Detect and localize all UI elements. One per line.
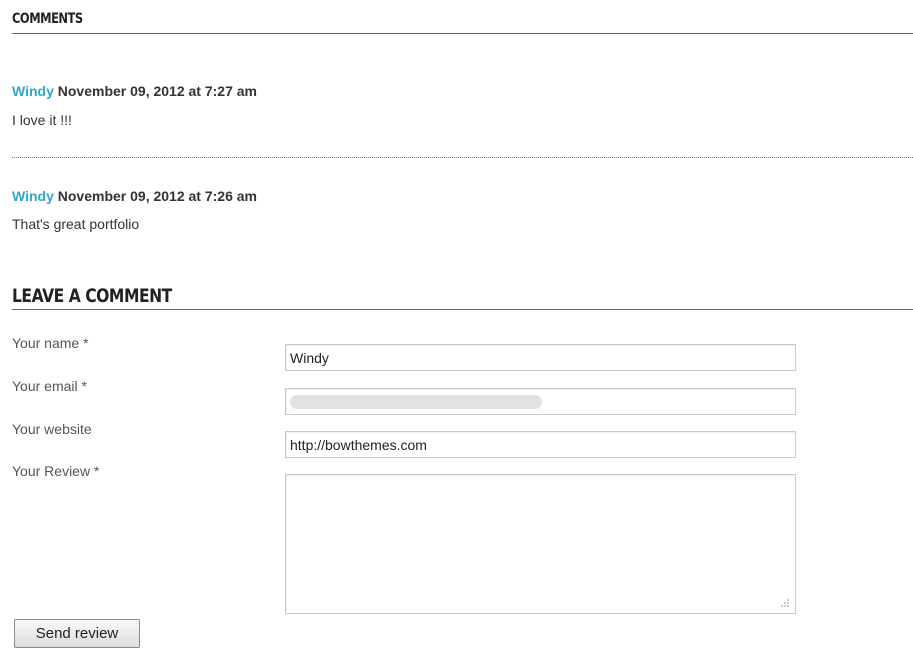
send-review-button[interactable]: Send review xyxy=(14,619,140,648)
comment-date: November 09, 2012 at 7:27 am xyxy=(57,83,257,99)
comments-heading-divider xyxy=(12,33,913,34)
comment-text: That's great portfolio xyxy=(12,216,140,232)
comment-meta: Windy November 09, 2012 at 7:26 am xyxy=(12,187,257,205)
comments-page: COMMENTS Windy November 09, 2012 at 7:27… xyxy=(0,0,913,655)
website-input[interactable] xyxy=(285,431,796,458)
comment-author-link[interactable]: Windy xyxy=(12,188,54,204)
email-input[interactable] xyxy=(285,388,796,415)
leave-comment-heading: LEAVE A COMMENT xyxy=(12,285,172,307)
comment-text: I love it !!! xyxy=(12,112,72,128)
comments-heading: COMMENTS xyxy=(12,11,83,27)
comment-author-link[interactable]: Windy xyxy=(12,83,54,99)
review-label: Your Review * xyxy=(12,463,100,479)
comment-divider xyxy=(12,157,913,158)
name-input[interactable] xyxy=(285,344,796,371)
email-label: Your email * xyxy=(12,378,87,394)
name-label: Your name * xyxy=(12,335,89,351)
leave-comment-divider xyxy=(12,309,913,310)
comment-meta: Windy November 09, 2012 at 7:27 am xyxy=(12,82,257,100)
review-textarea[interactable] xyxy=(285,474,796,614)
comment-date: November 09, 2012 at 7:26 am xyxy=(57,188,257,204)
website-label: Your website xyxy=(12,421,92,437)
